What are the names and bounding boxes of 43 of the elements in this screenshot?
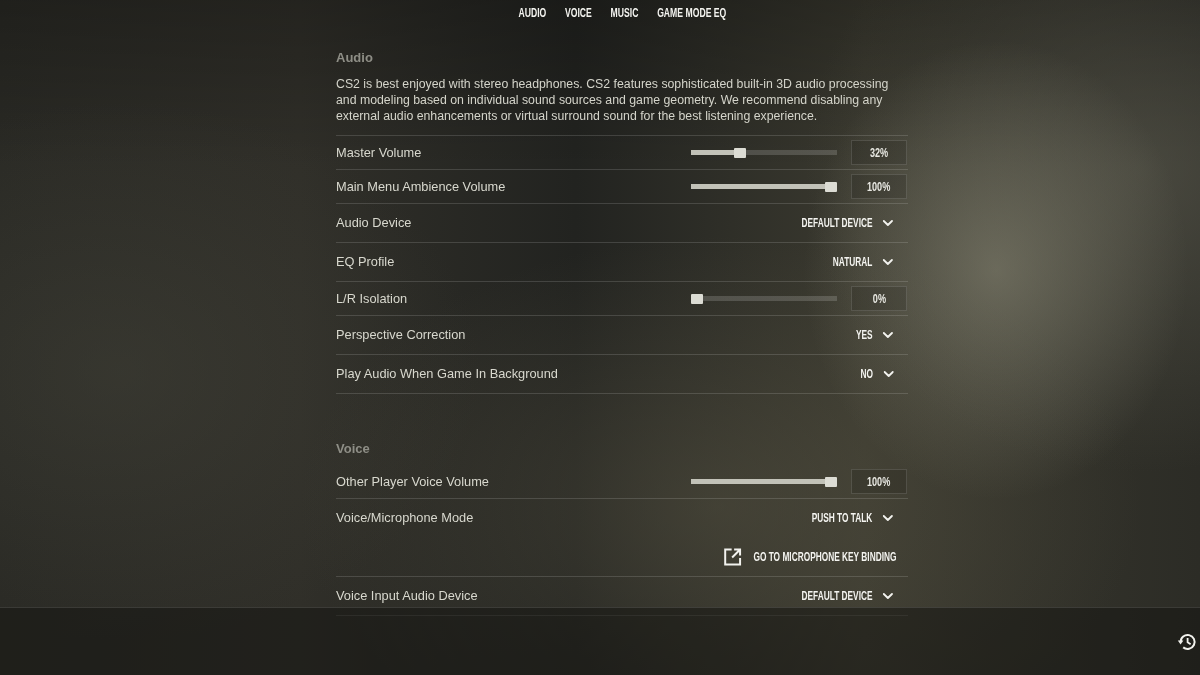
setting-label: Voice Input Audio Device: [336, 588, 479, 604]
slider-thumb[interactable]: [691, 293, 703, 304]
slider-thumb[interactable]: [825, 476, 837, 487]
tab[interactable]: GAME MODE EQ: [656, 5, 726, 20]
setting-label: EQ Profile: [336, 254, 396, 270]
slider-track[interactable]: [691, 476, 837, 487]
setting-label: Other Player Voice Volume: [336, 473, 490, 490]
slider-track[interactable]: [691, 293, 837, 304]
value-field[interactable]: 0%: [851, 286, 907, 311]
dropdown[interactable]: PUSH TO TALK: [811, 510, 893, 526]
dropdown[interactable]: NO: [860, 366, 893, 382]
slider-track[interactable]: [691, 181, 837, 192]
chevron-down-icon: [882, 371, 893, 377]
value-field[interactable]: 100%: [851, 469, 907, 494]
setting-label: Main Menu Ambience Volume: [336, 178, 507, 195]
chevron-down-icon: [882, 332, 893, 338]
value-field[interactable]: 100%: [851, 174, 907, 199]
tab[interactable]: VOICE: [564, 5, 592, 20]
section-title: Audio: [336, 50, 374, 66]
history-icon[interactable]: [1177, 631, 1197, 652]
tab[interactable]: MUSIC: [610, 5, 639, 20]
key-binding-link[interactable]: GO TO MICROPHONE KEY BINDING: [722, 547, 896, 567]
slider-thumb[interactable]: [733, 147, 746, 158]
value-field[interactable]: 32%: [851, 140, 907, 165]
slider-thumb[interactable]: [825, 181, 837, 192]
chevron-down-icon: [882, 220, 893, 226]
setting-label: Perspective Correction: [336, 327, 467, 343]
setting-label: Audio Device: [336, 215, 413, 231]
setting-label: Voice/Microphone Mode: [336, 510, 475, 526]
external-link-icon: [722, 547, 743, 567]
section-title: Voice: [336, 441, 371, 457]
dropdown[interactable]: DEFAULT DEVICE: [801, 215, 893, 231]
dropdown[interactable]: DEFAULT DEVICE: [801, 588, 893, 604]
setting-label: L/R Isolation: [336, 290, 409, 307]
setting-label: Play Audio When Game In Background: [336, 366, 559, 382]
dropdown[interactable]: NATURAL: [832, 254, 893, 270]
chevron-down-icon: [882, 593, 893, 599]
chevron-down-icon: [882, 515, 893, 521]
chevron-down-icon: [882, 259, 893, 265]
dropdown[interactable]: YES: [855, 327, 893, 343]
tab[interactable]: AUDIO: [518, 5, 546, 20]
section-description: CS2 is best enjoyed with stereo headphones. CS2 features sophisticated built-in 3D audio processing and modeling based on individual sound sources and game geometry. We recommend disabling any external audio enhancements or virtual surround sound for the best listening experience.: [336, 76, 908, 136]
setting-label: Master Volume: [336, 144, 423, 161]
